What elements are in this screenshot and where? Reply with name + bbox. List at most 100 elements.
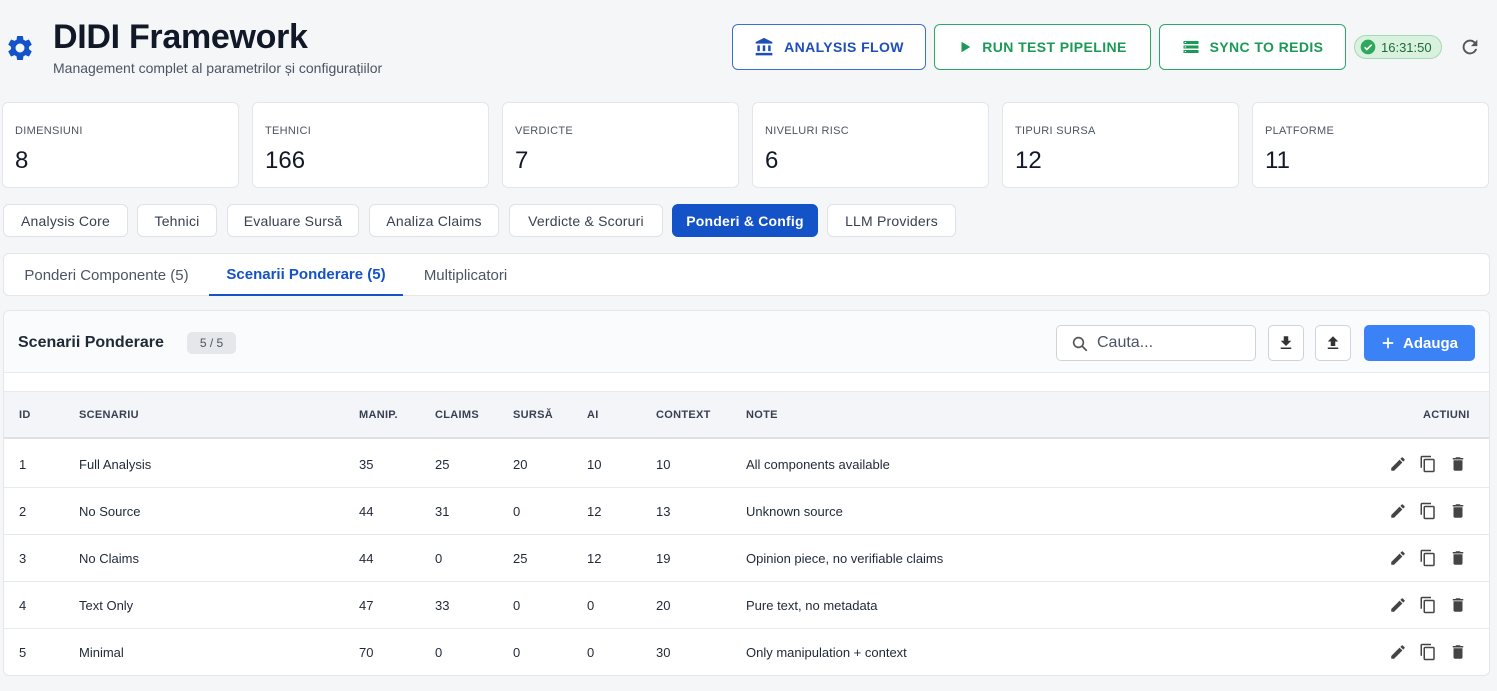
td-manip: 47 (359, 598, 374, 613)
sub-tabs: Ponderi Componente (5) Scenarii Ponderar… (3, 253, 1490, 296)
stat-label: VERDICTE (515, 125, 574, 137)
td-sursa: 25 (513, 551, 528, 566)
delete-icon[interactable] (1447, 641, 1469, 663)
delete-icon[interactable] (1447, 547, 1469, 569)
panel-toolbar: Scenarii Ponderare 5 / 5 Adauga (4, 311, 1489, 373)
td-claims: 33 (435, 598, 450, 613)
copy-icon[interactable] (1417, 641, 1439, 663)
edit-icon[interactable] (1387, 594, 1409, 616)
table-row: 4 Text Only 47 33 0 0 20 Pure text, no metadata (4, 582, 1489, 629)
edit-icon[interactable] (1387, 500, 1409, 522)
edit-icon[interactable] (1387, 641, 1409, 663)
download-button[interactable] (1268, 325, 1304, 361)
td-ai: 12 (587, 551, 602, 566)
stat-card-niveluri-risc: NIVELURI RISC 6 (752, 102, 989, 188)
td-context: 30 (656, 645, 671, 660)
td-scenariu: Text Only (79, 598, 134, 613)
app-subtitle: Management complet al parametrilor și co… (53, 60, 383, 76)
th-context: CONTEXT (656, 409, 711, 421)
tab-analysis-core[interactable]: Analysis Core (3, 204, 128, 237)
td-claims: 31 (435, 504, 450, 519)
td-manip: 44 (359, 551, 374, 566)
th-sursa: SURSĂ (513, 409, 554, 421)
sync-to-redis-button[interactable]: SYNC TO REDIS (1159, 24, 1346, 70)
subtab-scenarii-ponderare[interactable]: Scenarii Ponderare (5) (209, 254, 403, 296)
table-row: 1 Full Analysis 35 25 20 10 10 All components a… (4, 441, 1489, 488)
download-icon (1280, 336, 1292, 349)
stat-value: 6 (765, 147, 779, 174)
stat-value: 11 (1265, 147, 1290, 174)
storage-icon (1183, 41, 1199, 53)
td-note: Opinion piece, no verifiable claims (746, 551, 944, 566)
td-scenariu: Minimal (79, 645, 124, 660)
analysis-flow-label: ANALYSIS FLOW (784, 39, 904, 55)
sync-to-redis-label: SYNC TO REDIS (1209, 39, 1324, 55)
copy-icon[interactable] (1417, 594, 1439, 616)
td-sursa: 0 (513, 504, 521, 519)
td-id: 2 (19, 504, 27, 519)
th-actiuni: ACTIUNI (1423, 409, 1470, 421)
td-manip: 44 (359, 504, 374, 519)
edit-icon[interactable] (1387, 547, 1409, 569)
subtab-ponderi-componente[interactable]: Ponderi Componente (5) (4, 254, 209, 296)
td-sursa: 0 (513, 645, 521, 660)
count-badge: 5 / 5 (187, 332, 236, 354)
td-id: 5 (19, 645, 27, 660)
upload-button[interactable] (1315, 325, 1351, 361)
td-context: 19 (656, 551, 671, 566)
th-ai: AI (587, 409, 599, 421)
stat-card-tipuri-sursa: TIPURI SURSA 12 (1002, 102, 1239, 188)
copy-icon[interactable] (1417, 547, 1439, 569)
delete-icon[interactable] (1447, 500, 1469, 522)
tab-verdicte-scoruri[interactable]: Verdicte & Scoruri (509, 204, 663, 237)
bank-icon (755, 37, 773, 56)
delete-icon[interactable] (1447, 453, 1469, 475)
td-note: Pure text, no metadata (746, 598, 878, 613)
table-row: 3 No Claims 44 0 25 12 19 Opinion piece, no ver… (4, 535, 1489, 582)
copy-icon[interactable] (1417, 500, 1439, 522)
th-note: NOTE (746, 409, 778, 421)
tab-ponderi-config[interactable]: Ponderi & Config (672, 204, 818, 237)
td-sursa: 0 (513, 598, 521, 613)
td-claims: 25 (435, 457, 450, 472)
run-test-pipeline-label: RUN TEST PIPELINE (982, 39, 1127, 55)
stat-label: NIVELURI RISC (765, 125, 849, 137)
td-scenariu: No Source (79, 504, 141, 519)
td-context: 20 (656, 598, 671, 613)
td-sursa: 20 (513, 457, 528, 472)
copy-icon[interactable] (1417, 453, 1439, 475)
td-ai: 0 (587, 598, 595, 613)
tab-analiza-claims[interactable]: Analiza Claims (369, 204, 499, 237)
td-claims: 0 (435, 551, 443, 566)
tab-tehnici[interactable]: Tehnici (137, 204, 217, 237)
status-time: 16:31:50 (1381, 39, 1432, 55)
td-id: 3 (19, 551, 27, 566)
run-test-pipeline-button[interactable]: RUN TEST PIPELINE (934, 24, 1151, 70)
analysis-flow-button[interactable]: ANALYSIS FLOW (732, 24, 926, 70)
table-row: 5 Minimal 70 0 0 0 30 Only manipulation + conte… (4, 629, 1489, 675)
add-button[interactable]: Adauga (1364, 325, 1475, 361)
tab-llm-providers[interactable]: LLM Providers (827, 204, 956, 237)
delete-icon[interactable] (1447, 594, 1469, 616)
upload-icon (1327, 336, 1339, 349)
th-scenariu: SCENARIU (79, 409, 139, 421)
tab-evaluare-sursa[interactable]: Evaluare Sursă (227, 204, 359, 237)
stat-value: 12 (1015, 147, 1042, 174)
td-note: All components available (746, 457, 890, 472)
td-ai: 0 (587, 645, 595, 660)
refresh-icon[interactable] (1459, 36, 1481, 58)
search-input[interactable] (1097, 326, 1247, 360)
panel-title: Scenarii Ponderare (18, 334, 164, 351)
stat-value: 166 (265, 147, 306, 174)
td-ai: 10 (587, 457, 602, 472)
play-icon (961, 41, 971, 53)
check-circle-icon (1360, 39, 1376, 55)
edit-icon[interactable] (1387, 453, 1409, 475)
table-row: 2 No Source 44 31 0 12 13 Unknown source (4, 488, 1489, 535)
td-manip: 70 (359, 645, 374, 660)
stat-label: TIPURI SURSA (1015, 125, 1096, 137)
td-scenariu: Full Analysis (79, 457, 152, 472)
gear-icon (8, 35, 32, 60)
search-icon (1072, 336, 1088, 352)
subtab-multiplicatori[interactable]: Multiplicatori (403, 254, 528, 296)
